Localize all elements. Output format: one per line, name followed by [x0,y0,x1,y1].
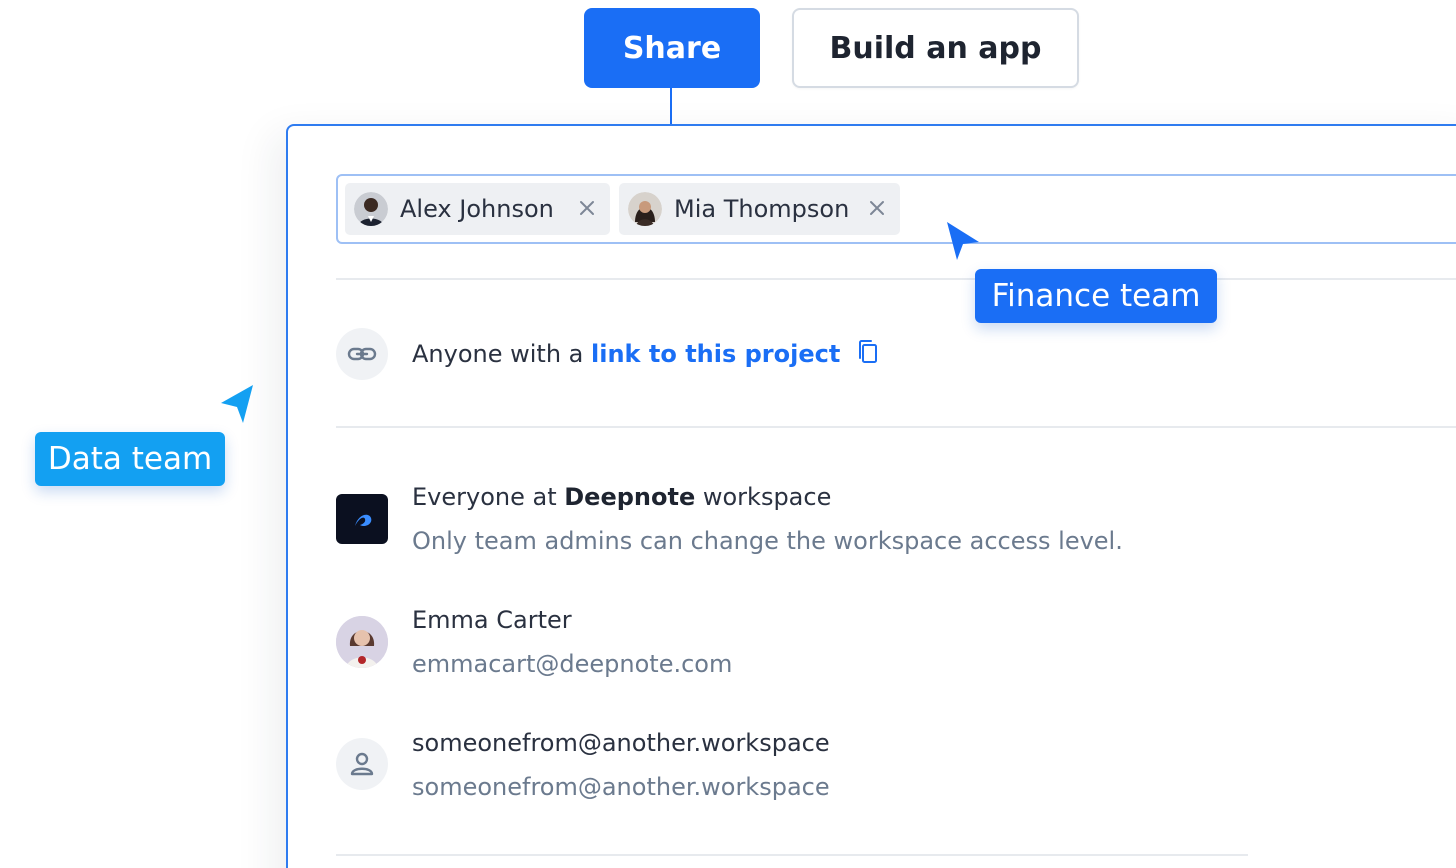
cursor-icon [221,385,253,423]
workspace-access-text: Everyone at Deepnote workspace [412,483,831,511]
workspace-suffix: workspace [695,483,832,511]
link-access-prefix: Anyone with a [412,340,592,368]
divider [336,426,1456,428]
invitee-chip: Mia Thompson [619,183,900,235]
divider [336,278,1456,280]
member-email: emmacart@deepnote.com [412,650,733,678]
avatar [354,192,388,226]
link-access-text: Anyone with a link to this project [412,339,880,371]
member-name: Emma Carter [412,606,572,634]
deepnote-logo-icon [336,494,388,544]
close-icon[interactable] [866,197,888,219]
divider [336,854,1248,856]
workspace-prefix: Everyone at [412,483,565,511]
share-tab[interactable]: Share [584,8,760,88]
member-name: someonefrom@another.workspace [412,729,830,757]
build-app-tab[interactable]: Build an app [792,8,1079,88]
copy-icon[interactable] [856,339,880,371]
invitee-name: Mia Thompson [674,195,850,223]
workspace-name: Deepnote [564,483,696,511]
invitee-chip: Alex Johnson [345,183,610,235]
link-icon [336,328,388,380]
invitee-name: Alex Johnson [400,195,554,223]
close-icon[interactable] [576,197,598,219]
project-link[interactable]: link to this project [591,340,840,368]
finance-team-cursor-label: Finance team [975,269,1217,323]
cursor-icon [947,222,979,260]
member-email: someonefrom@another.workspace [412,773,830,801]
user-icon [336,738,388,790]
avatar [336,616,388,668]
avatar [628,192,662,226]
tab-connector [670,88,672,126]
data-team-cursor-label: Data team [35,432,225,486]
workspace-note: Only team admins can change the workspac… [412,527,1123,555]
